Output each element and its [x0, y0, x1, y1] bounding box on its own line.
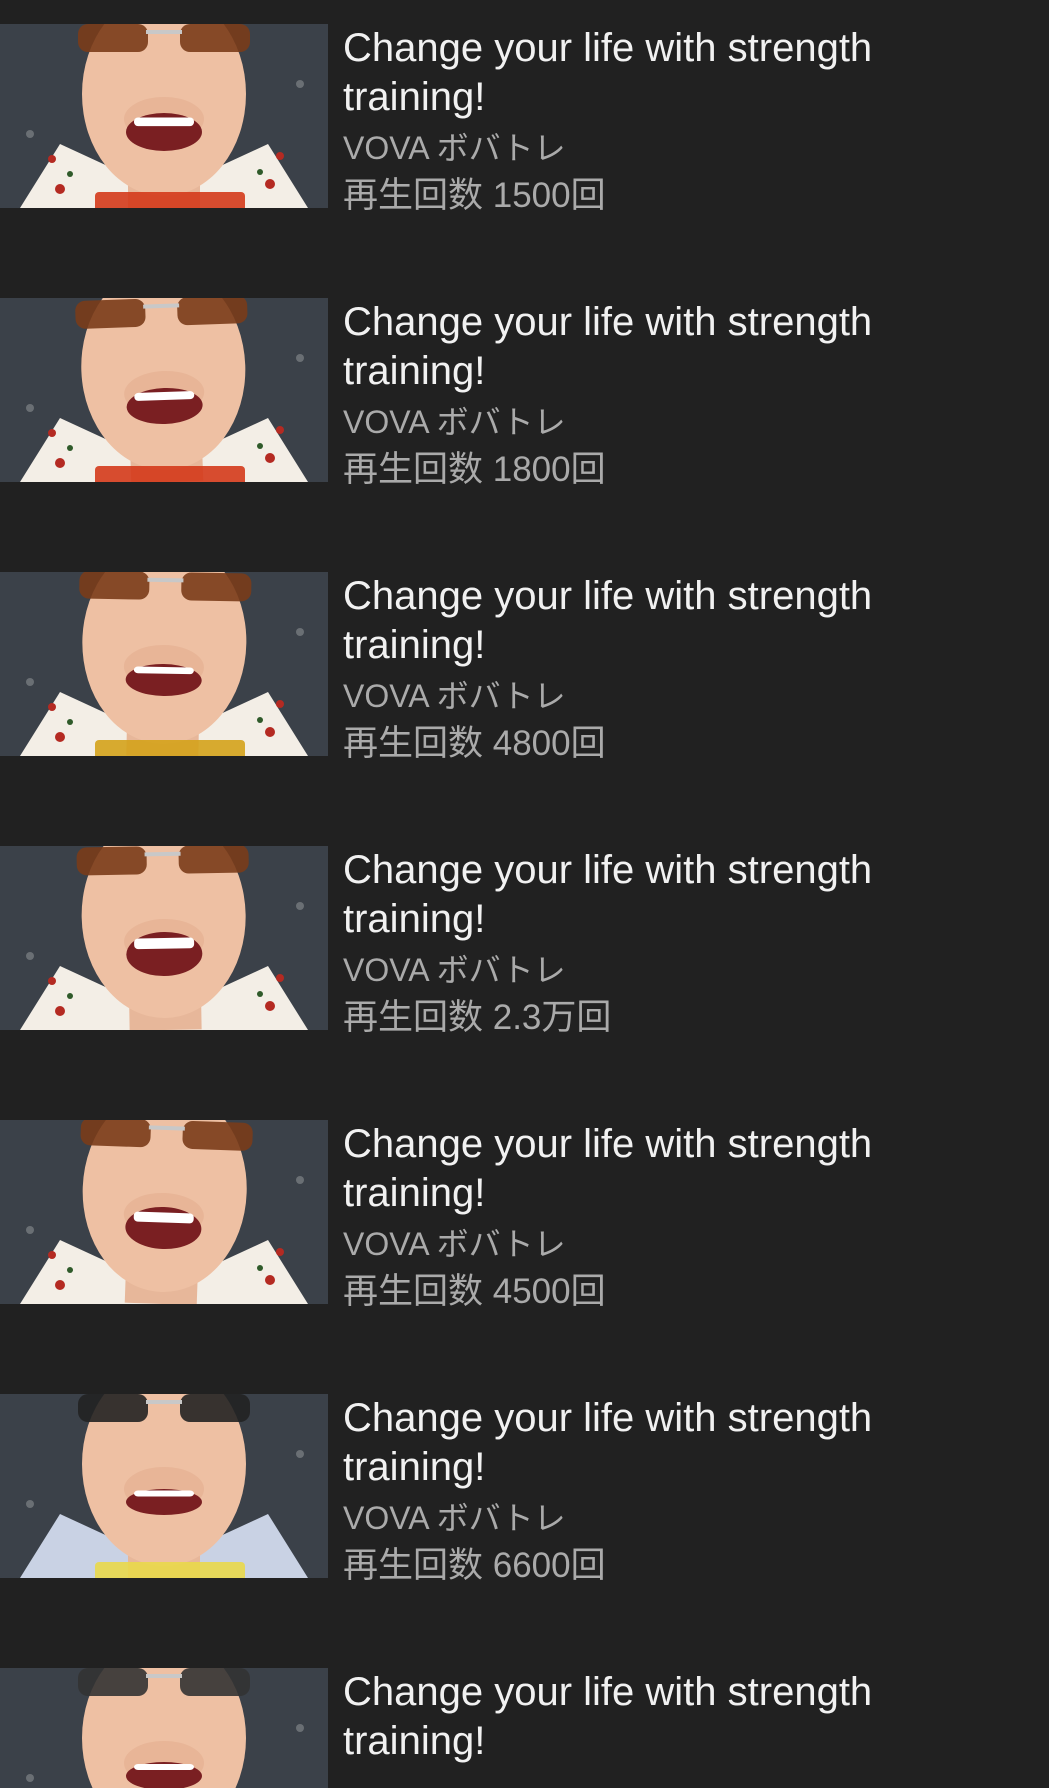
video-title[interactable]: Change your life with strength training!: [343, 1120, 963, 1218]
view-count: 再生回数 1500回: [343, 176, 606, 215]
video-info: Change your life with strength training!…: [343, 846, 1023, 1040]
channel-name[interactable]: VOVA ボバトレ: [343, 1498, 1023, 1538]
channel-name[interactable]: VOVA ボバトレ: [343, 676, 1023, 716]
video-thumbnail[interactable]: [0, 1668, 328, 1788]
video-title[interactable]: Change your life with strength training!: [343, 846, 963, 944]
thumbnail-image: [0, 298, 328, 482]
channel-name[interactable]: VOVA ボバトレ: [343, 128, 1023, 168]
view-count: 再生回数 4500回: [343, 1272, 606, 1311]
video-list-item[interactable]: Change your life with strength training!…: [0, 24, 1049, 215]
video-info: Change your life with strength training!…: [343, 1120, 1023, 1314]
channel-name[interactable]: VOVA ボバトレ: [343, 1224, 1023, 1264]
video-title[interactable]: Change your life with strength training!: [343, 572, 963, 670]
video-info: Change your life with strength training!…: [343, 298, 1023, 492]
view-count: 再生回数 2.3万回: [343, 998, 612, 1037]
video-list-item[interactable]: Change your life with strength training!…: [0, 1394, 1049, 1585]
thumbnail-image: [0, 24, 328, 208]
video-thumbnail[interactable]: [0, 1394, 328, 1578]
channel-name[interactable]: VOVA ボバトレ: [343, 950, 1023, 990]
channel-name[interactable]: VOVA ボバトレ: [343, 402, 1023, 442]
thumbnail-image: [0, 846, 328, 1030]
video-list-item[interactable]: Change your life with strength training!: [0, 1668, 1049, 1788]
video-title[interactable]: Change your life with strength training!: [343, 24, 963, 122]
video-info: Change your life with strength training!: [343, 1668, 1023, 1772]
video-list-item[interactable]: Change your life with strength training!…: [0, 1120, 1049, 1311]
video-title[interactable]: Change your life with strength training!: [343, 298, 963, 396]
video-title[interactable]: Change your life with strength training!: [343, 1668, 963, 1766]
video-thumbnail[interactable]: [0, 24, 328, 208]
video-thumbnail[interactable]: [0, 1120, 328, 1304]
thumbnail-image: [0, 572, 328, 756]
video-list-item[interactable]: Change your life with strength training!…: [0, 572, 1049, 763]
video-thumbnail[interactable]: [0, 846, 328, 1030]
video-info: Change your life with strength training!…: [343, 1394, 1023, 1588]
video-list-item[interactable]: Change your life with strength training!…: [0, 298, 1049, 489]
video-list-item[interactable]: Change your life with strength training!…: [0, 846, 1049, 1037]
video-thumbnail[interactable]: [0, 572, 328, 756]
thumbnail-image: [0, 1668, 328, 1788]
video-info: Change your life with strength training!…: [343, 572, 1023, 766]
video-title[interactable]: Change your life with strength training!: [343, 1394, 963, 1492]
video-info: Change your life with strength training!…: [343, 24, 1023, 218]
video-thumbnail[interactable]: [0, 298, 328, 482]
thumbnail-image: [0, 1394, 328, 1578]
video-feed: Change your life with strength training!…: [0, 0, 1049, 1788]
view-count: 再生回数 4800回: [343, 724, 606, 763]
thumbnail-image: [0, 1120, 328, 1304]
view-count: 再生回数 6600回: [343, 1546, 606, 1585]
view-count: 再生回数 1800回: [343, 450, 606, 489]
